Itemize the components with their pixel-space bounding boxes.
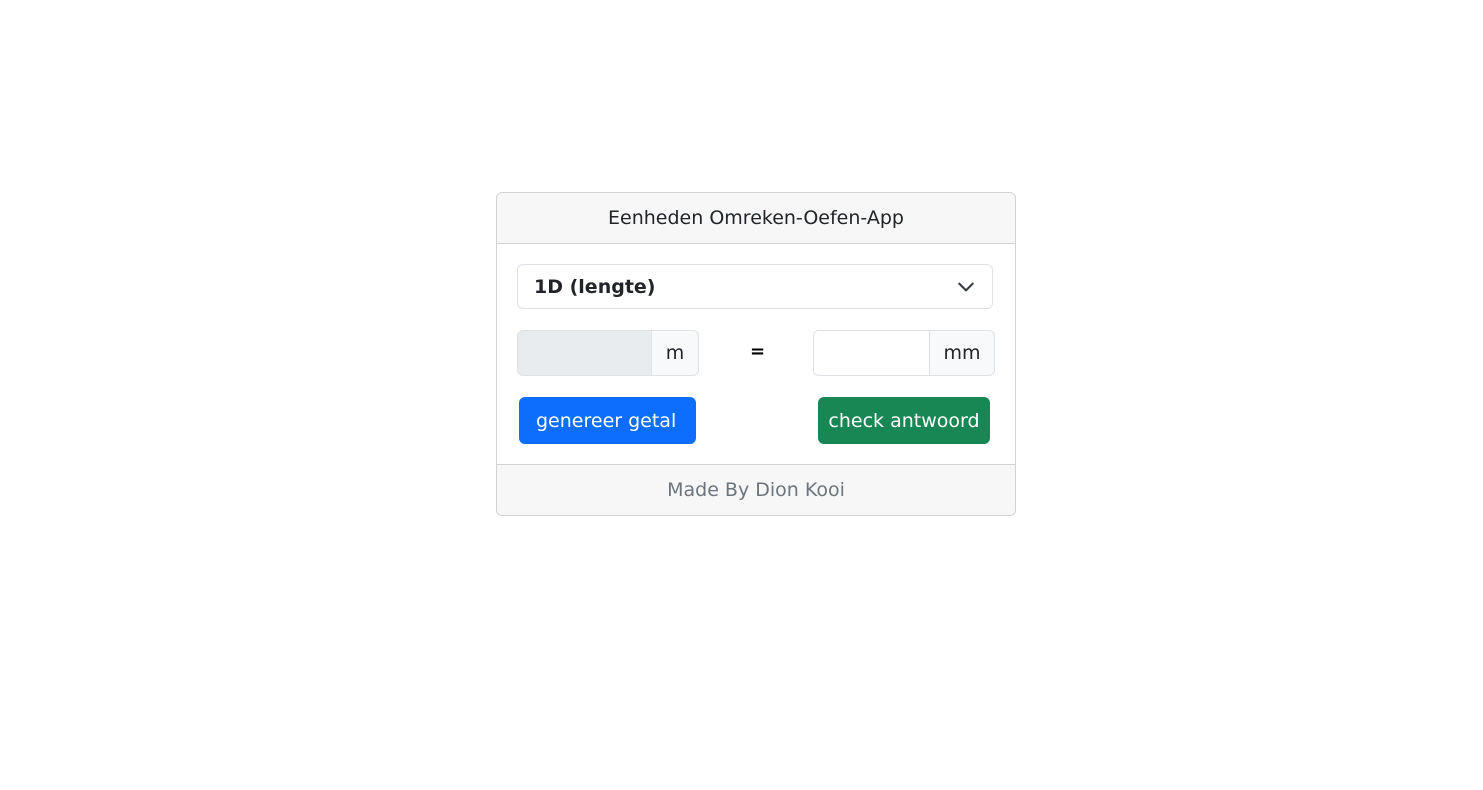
footer-credit: Made By Dion Kooi — [667, 479, 845, 501]
card-body: 1D (lengte) m = mm genereer getal check … — [497, 244, 1015, 464]
app-title: Eenheden Omreken-Oefen-App — [608, 207, 904, 229]
generate-number-button[interactable]: genereer getal — [519, 397, 696, 444]
from-value-group: m — [517, 330, 699, 376]
from-unit-label: m — [651, 330, 699, 376]
card-footer: Made By Dion Kooi — [497, 464, 1015, 515]
to-unit-label: mm — [929, 330, 995, 376]
check-answer-button[interactable]: check antwoord — [818, 397, 990, 444]
dimension-select[interactable]: 1D (lengte) — [517, 264, 993, 309]
from-value-field — [517, 330, 651, 376]
card-header: Eenheden Omreken-Oefen-App — [497, 193, 1015, 244]
equals-sign: = — [750, 341, 766, 362]
answer-group: mm — [813, 330, 995, 376]
chevron-down-icon — [958, 282, 974, 292]
answer-input[interactable] — [813, 330, 929, 376]
dimension-select-value: 1D (lengte) — [534, 275, 656, 298]
app-card: Eenheden Omreken-Oefen-App 1D (lengte) m… — [496, 192, 1016, 516]
